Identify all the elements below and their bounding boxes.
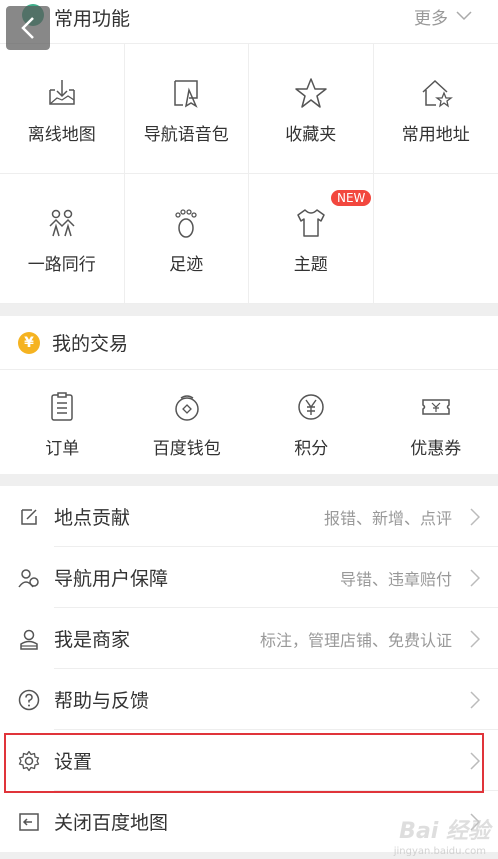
yen-icon: ¥ xyxy=(18,331,40,354)
offline-map-button[interactable]: 离线地图 xyxy=(0,44,125,174)
coupon-icon xyxy=(422,399,450,415)
more-label: 更多 xyxy=(414,8,448,29)
wallet-label: 百度钱包 xyxy=(152,439,221,459)
chevron-right-icon xyxy=(470,568,480,587)
theme-label: 主题 xyxy=(293,255,328,275)
help-feedback-row[interactable]: 帮助与反馈 xyxy=(0,669,498,730)
chevron-right-icon xyxy=(470,507,480,526)
settings-row[interactable]: 设置 xyxy=(0,730,498,791)
favorites-button[interactable]: 收藏夹 xyxy=(249,44,374,174)
my-trade-header: ¥ 我的交易 xyxy=(0,316,498,370)
close-app-label: 关闭百度地图 xyxy=(54,812,169,834)
watermark-url: jingyan.baidu.com xyxy=(393,846,486,857)
points-button[interactable]: 积分 xyxy=(249,370,374,474)
new-badge: NEW xyxy=(331,190,372,206)
points-yen-icon xyxy=(298,394,324,420)
back-button[interactable] xyxy=(6,6,50,50)
exit-icon xyxy=(18,811,40,833)
star-icon xyxy=(295,78,327,108)
common-functions-header: 常用功能 更多 xyxy=(0,0,498,44)
merchant-icon xyxy=(18,628,40,650)
settings-label: 设置 xyxy=(54,751,93,773)
nav-protection-label: 导航用户保障 xyxy=(54,568,169,590)
chevron-down-icon xyxy=(456,11,472,21)
clipboard-icon xyxy=(51,392,73,421)
home-star-icon xyxy=(422,79,453,108)
nav-protection-sub: 导错、违章赔付 xyxy=(339,569,452,589)
orders-button[interactable]: 订单 xyxy=(0,370,125,474)
chevron-right-icon xyxy=(470,629,480,648)
wallet-button[interactable]: 百度钱包 xyxy=(125,370,250,474)
favorites-label: 收藏夹 xyxy=(285,125,337,145)
common-functions-grid: 离线地图 导航语音包 收藏夹 常用地址 一路同行 足迹 NEW 主题 xyxy=(0,44,498,304)
help-icon xyxy=(18,689,40,711)
footprint-button[interactable]: 足迹 xyxy=(124,174,249,304)
my-trade-grid: 订单 百度钱包 积分 优惠券 xyxy=(0,370,498,474)
my-trade-section: ¥ 我的交易 订单 百度钱包 积分 优惠券 xyxy=(0,316,498,474)
users-shield-icon xyxy=(18,567,40,589)
common-address-button[interactable]: 常用地址 xyxy=(373,44,498,174)
points-label: 积分 xyxy=(294,439,329,459)
theme-button[interactable]: NEW 主题 xyxy=(249,174,374,304)
voice-pack-label: 导航语音包 xyxy=(143,125,229,145)
section-gap xyxy=(0,304,498,316)
travel-together-button[interactable]: 一路同行 xyxy=(0,174,125,304)
chevron-left-icon xyxy=(21,17,34,39)
merchant-sub: 标注，管理店铺、免费认证 xyxy=(259,630,452,650)
place-contribution-sub: 报错、新增、点评 xyxy=(323,508,452,528)
help-feedback-label: 帮助与反馈 xyxy=(54,690,150,712)
merchant-label: 我是商家 xyxy=(54,629,131,651)
chevron-right-icon xyxy=(470,751,480,770)
watermark-logo: Bai 经验 xyxy=(399,819,490,844)
download-map-icon xyxy=(49,80,75,105)
chevron-right-icon xyxy=(470,690,480,709)
my-trade-title: 我的交易 xyxy=(52,333,129,355)
settings-list: 地点贡献 报错、新增、点评 导航用户保障 导错、违章赔付 我是商家 标注，管理店… xyxy=(0,486,498,852)
coupons-button[interactable]: 优惠券 xyxy=(374,370,498,474)
orders-label: 订单 xyxy=(45,439,80,459)
common-functions-section: 常用功能 更多 离线地图 导航语音包 收藏夹 常用地址 一路同行 足迹 NEW … xyxy=(0,0,498,304)
people-icon xyxy=(49,209,75,237)
nav-protection-row[interactable]: 导航用户保障 导错、违章赔付 xyxy=(0,547,498,608)
section-gap xyxy=(0,474,498,486)
common-address-label: 常用地址 xyxy=(401,125,470,145)
voice-pack-icon xyxy=(174,80,198,108)
wallet-icon xyxy=(175,395,199,421)
more-button[interactable]: 更多 xyxy=(414,0,472,32)
tshirt-icon xyxy=(297,209,325,237)
coupons-label: 优惠券 xyxy=(410,439,462,459)
empty-cell xyxy=(373,174,498,304)
footprint-label: 足迹 xyxy=(169,255,204,275)
footprint-icon xyxy=(175,209,197,238)
gear-icon xyxy=(18,750,40,772)
edit-icon xyxy=(18,506,40,528)
place-contribution-label: 地点贡献 xyxy=(54,507,131,529)
travel-together-label: 一路同行 xyxy=(27,255,96,275)
place-contribution-row[interactable]: 地点贡献 报错、新增、点评 xyxy=(0,486,498,547)
voice-pack-button[interactable]: 导航语音包 xyxy=(124,44,249,174)
merchant-row[interactable]: 我是商家 标注，管理店铺、免费认证 xyxy=(0,608,498,669)
offline-map-label: 离线地图 xyxy=(27,125,96,145)
common-functions-title: 常用功能 xyxy=(54,8,131,30)
